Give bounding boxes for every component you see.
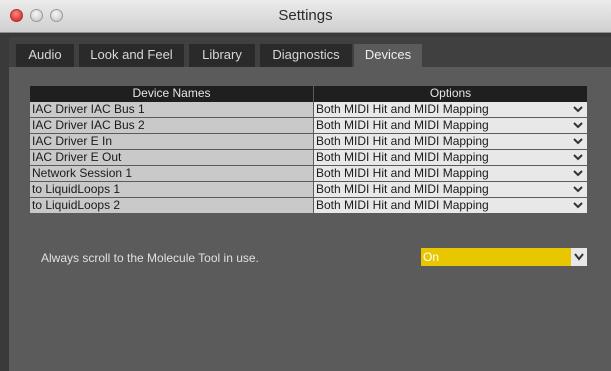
table-row: to LiquidLoops 1 Both MIDI Hit and MIDI … xyxy=(30,182,587,198)
scroll-setting-value: On xyxy=(423,250,440,264)
device-name: IAC Driver E Out xyxy=(30,150,313,165)
option-value: Both MIDI Hit and MIDI Mapping xyxy=(316,134,489,148)
option-select[interactable]: Both MIDI Hit and MIDI Mapping xyxy=(314,150,587,165)
chevron-down-icon xyxy=(573,122,583,129)
tab-devices[interactable]: Devices xyxy=(354,44,422,67)
option-value: Both MIDI Hit and MIDI Mapping xyxy=(316,118,489,132)
scroll-setting-label: Always scroll to the Molecule Tool in us… xyxy=(41,251,259,265)
option-select[interactable]: Both MIDI Hit and MIDI Mapping xyxy=(314,166,587,181)
chevron-down-icon xyxy=(573,138,583,145)
option-value: Both MIDI Hit and MIDI Mapping xyxy=(316,166,489,180)
option-select[interactable]: Both MIDI Hit and MIDI Mapping xyxy=(314,182,587,197)
table-row: to LiquidLoops 2 Both MIDI Hit and MIDI … xyxy=(30,198,587,214)
tab-library[interactable]: Library xyxy=(189,44,255,67)
option-value: Both MIDI Hit and MIDI Mapping xyxy=(316,150,489,164)
option-value: Both MIDI Hit and MIDI Mapping xyxy=(316,102,489,116)
dropdown-arrow[interactable] xyxy=(571,248,587,266)
scroll-setting-select[interactable]: On xyxy=(421,248,587,266)
option-select[interactable]: Both MIDI Hit and MIDI Mapping xyxy=(314,134,587,149)
settings-window: Settings Audio Look and Feel Library Dia… xyxy=(0,0,611,371)
table-row: Network Session 1 Both MIDI Hit and MIDI… xyxy=(30,166,587,182)
tab-bar: Audio Look and Feel Library Diagnostics … xyxy=(9,37,611,67)
chevron-down-icon xyxy=(573,186,583,193)
option-value: Both MIDI Hit and MIDI Mapping xyxy=(316,182,489,196)
table-row: IAC Driver E In Both MIDI Hit and MIDI M… xyxy=(30,134,587,150)
chevron-down-icon xyxy=(573,170,583,177)
table-row: IAC Driver E Out Both MIDI Hit and MIDI … xyxy=(30,150,587,166)
chevron-down-icon xyxy=(573,154,583,161)
chevron-down-icon xyxy=(573,106,583,113)
device-name: IAC Driver IAC Bus 1 xyxy=(30,102,313,117)
tab-look-and-feel[interactable]: Look and Feel xyxy=(79,44,184,67)
option-select[interactable]: Both MIDI Hit and MIDI Mapping xyxy=(314,118,587,133)
chevron-down-icon xyxy=(574,253,584,261)
option-select[interactable]: Both MIDI Hit and MIDI Mapping xyxy=(314,102,587,117)
tab-diagnostics[interactable]: Diagnostics xyxy=(260,44,352,67)
device-name: to LiquidLoops 1 xyxy=(30,182,313,197)
option-value: Both MIDI Hit and MIDI Mapping xyxy=(316,198,489,212)
table-row: IAC Driver IAC Bus 2 Both MIDI Hit and M… xyxy=(30,118,587,134)
window-title: Settings xyxy=(278,7,333,24)
column-header-device-names: Device Names xyxy=(30,86,313,102)
device-name: IAC Driver IAC Bus 2 xyxy=(30,118,313,133)
device-name: to LiquidLoops 2 xyxy=(30,198,313,213)
device-name: IAC Driver E In xyxy=(30,134,313,149)
option-select[interactable]: Both MIDI Hit and MIDI Mapping xyxy=(314,198,587,213)
table-row: IAC Driver IAC Bus 1 Both MIDI Hit and M… xyxy=(30,102,587,118)
tab-audio[interactable]: Audio xyxy=(16,44,74,67)
chevron-down-icon xyxy=(573,202,583,209)
device-name: Network Session 1 xyxy=(30,166,313,181)
title-bar[interactable]: Settings xyxy=(0,0,611,33)
column-header-options: Options xyxy=(314,86,587,102)
